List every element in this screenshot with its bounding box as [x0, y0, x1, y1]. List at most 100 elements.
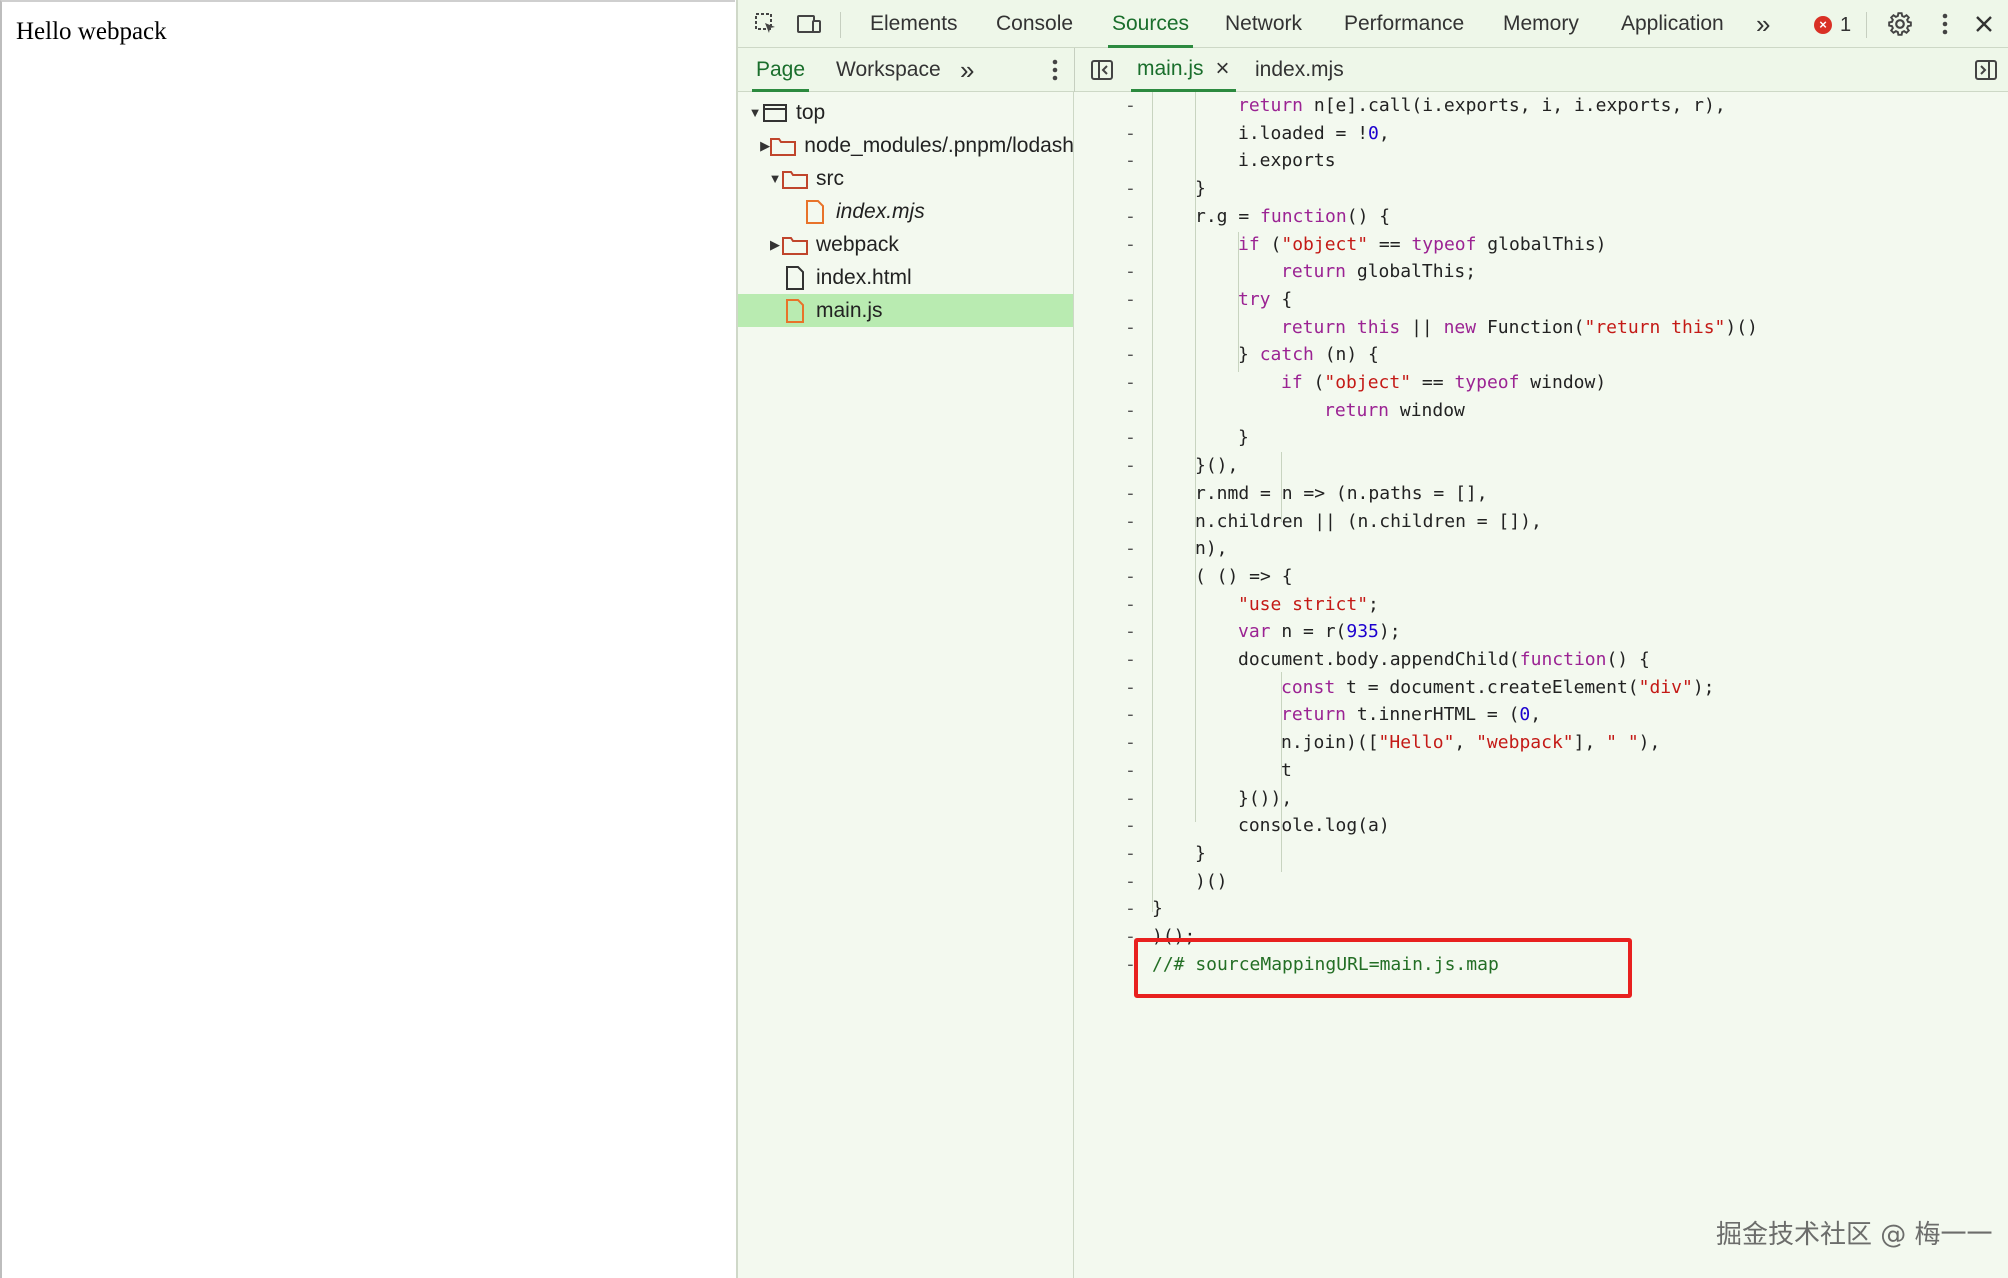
tree-item-node-modules[interactable]: ▶ node_modules/.pnpm/lodash — [738, 129, 1074, 162]
line-gutter-marker[interactable]: - — [1125, 120, 1139, 148]
line-gutter-marker[interactable]: - — [1125, 785, 1139, 813]
code-text: } — [1238, 427, 1249, 449]
code-line: - n), — [1075, 535, 2008, 563]
line-gutter-marker[interactable]: - — [1125, 646, 1139, 674]
line-gutter-marker[interactable]: - — [1125, 175, 1139, 203]
tab-console[interactable]: Console — [992, 0, 1077, 48]
code-text: try { — [1238, 288, 1293, 310]
file-icon — [782, 265, 808, 290]
page-viewport: Hello webpack — [0, 0, 735, 1278]
tree-item-webpack[interactable]: ▶ webpack — [738, 228, 1073, 261]
code-text: n), — [1195, 538, 1228, 560]
line-gutter-marker[interactable]: - — [1125, 231, 1139, 259]
line-gutter-marker[interactable]: - — [1125, 535, 1139, 563]
line-gutter-marker[interactable]: - — [1125, 314, 1139, 342]
code-line: - return this || new Function("return thi… — [1075, 314, 2008, 342]
line-gutter-marker[interactable]: - — [1125, 92, 1139, 120]
tab-page[interactable]: Page — [752, 48, 810, 92]
code-text: return globalThis; — [1281, 261, 1477, 283]
collapse-arrow-icon[interactable]: ▶ — [768, 237, 782, 253]
tab-application[interactable]: Application — [1617, 0, 1728, 48]
line-gutter-marker[interactable]: - — [1125, 868, 1139, 896]
code-line: - return window — [1075, 397, 2008, 425]
code-text: return t.innerHTML = (0, — [1281, 704, 1542, 726]
line-gutter-marker[interactable]: - — [1125, 757, 1139, 785]
code-line: - if ("object" == typeof window) — [1075, 369, 2008, 397]
line-gutter-marker[interactable]: - — [1125, 424, 1139, 452]
tree-item-src[interactable]: ▼ src — [738, 162, 1073, 195]
code-text: const t = document.createElement("div"); — [1281, 676, 1715, 698]
code-line: - ( () => { — [1075, 563, 2008, 591]
tree-item-top[interactable]: ▼ top — [738, 96, 1073, 129]
folder-icon — [782, 168, 808, 190]
line-gutter-marker[interactable]: - — [1125, 895, 1139, 923]
line-gutter-marker[interactable]: - — [1125, 618, 1139, 646]
inspect-element-icon[interactable] — [752, 10, 780, 38]
line-gutter-marker[interactable]: - — [1125, 258, 1139, 286]
line-gutter-marker[interactable]: - — [1125, 397, 1139, 425]
code-line: - if ("object" == typeof globalThis) — [1075, 231, 2008, 259]
code-line: - n.children || (n.children = []), — [1075, 508, 2008, 536]
code-line: -} catch (n) { — [1075, 341, 2008, 369]
tree-item-label: src — [816, 166, 844, 190]
line-gutter-marker[interactable]: - — [1125, 812, 1139, 840]
tree-item-label: node_modules/.pnpm/lodash — [804, 133, 1074, 157]
line-gutter-marker[interactable]: - — [1125, 286, 1139, 314]
tab-sources[interactable]: Sources — [1108, 0, 1194, 48]
expand-arrow-icon[interactable]: ▼ — [768, 171, 782, 186]
file-tab-main-js[interactable]: main.js × — [1131, 48, 1236, 92]
tab-network[interactable]: Network — [1221, 0, 1306, 48]
line-gutter-marker[interactable]: - — [1125, 480, 1139, 508]
tab-elements[interactable]: Elements — [866, 0, 962, 48]
line-gutter-marker[interactable]: - — [1125, 840, 1139, 868]
line-gutter-marker[interactable]: - — [1125, 341, 1139, 369]
code-text: } — [1195, 178, 1206, 200]
tree-item-label: index.mjs — [836, 199, 925, 223]
line-gutter-marker[interactable]: - — [1125, 508, 1139, 536]
code-line: - return n[e].call(i.exports, i, i.export… — [1075, 92, 2008, 120]
more-tabs-icon[interactable]: » — [1752, 0, 1774, 48]
code-line: -} — [1075, 840, 2008, 868]
toggle-debugger-icon[interactable] — [1972, 56, 2000, 84]
line-gutter-marker[interactable]: - — [1125, 701, 1139, 729]
tree-item-label: top — [796, 100, 826, 124]
tab-performance[interactable]: Performance — [1340, 0, 1468, 48]
settings-gear-icon[interactable] — [1886, 10, 1914, 38]
close-tab-icon[interactable]: × — [1216, 47, 1230, 91]
code-text: i.exports — [1238, 150, 1336, 172]
expand-arrow-icon[interactable]: ▼ — [748, 105, 762, 120]
code-line: - )() — [1075, 868, 2008, 896]
folder-icon — [770, 135, 797, 157]
tab-workspace[interactable]: Workspace — [832, 48, 945, 92]
more-sub-tabs-icon[interactable]: » — [956, 48, 978, 92]
tree-item-index-html[interactable]: index.html — [738, 261, 1073, 294]
line-gutter-marker[interactable]: - — [1125, 203, 1139, 231]
error-count: 1 — [1840, 13, 1852, 36]
tree-item-index-mjs[interactable]: index.mjs — [738, 195, 1073, 228]
more-options-icon[interactable] — [1931, 10, 1959, 38]
line-gutter-marker[interactable]: - — [1125, 147, 1139, 175]
line-gutter-marker[interactable]: - — [1125, 563, 1139, 591]
code-text: )() — [1195, 870, 1228, 892]
navigator-menu-icon[interactable] — [1041, 56, 1069, 84]
toggle-navigator-icon[interactable] — [1088, 56, 1116, 84]
line-gutter-marker[interactable]: - — [1125, 452, 1139, 480]
code-text: return this || new Function("return this… — [1281, 316, 1758, 338]
code-line: - i.exports — [1075, 147, 2008, 175]
code-line: - try { — [1075, 286, 2008, 314]
code-editor[interactable]: - return n[e].call(i.exports, i, i.export… — [1075, 92, 2008, 1278]
line-gutter-marker[interactable]: - — [1125, 674, 1139, 702]
collapse-arrow-icon[interactable]: ▶ — [760, 138, 770, 154]
code-text: }()), — [1238, 787, 1293, 809]
line-gutter-marker[interactable]: - — [1125, 591, 1139, 619]
line-gutter-marker[interactable]: - — [1125, 369, 1139, 397]
close-devtools-icon[interactable] — [1970, 10, 1998, 38]
code-text: ( () => { — [1195, 565, 1293, 587]
error-counter[interactable]: × 1 — [1814, 13, 1851, 37]
tree-item-main-js[interactable]: main.js — [738, 294, 1073, 327]
file-tab-index-mjs[interactable]: index.mjs — [1255, 48, 1344, 92]
tab-memory[interactable]: Memory — [1499, 0, 1583, 48]
device-toolbar-icon[interactable] — [795, 10, 823, 38]
line-gutter-marker[interactable]: - — [1125, 729, 1139, 757]
code-line: - return t.innerHTML = (0, — [1075, 701, 2008, 729]
